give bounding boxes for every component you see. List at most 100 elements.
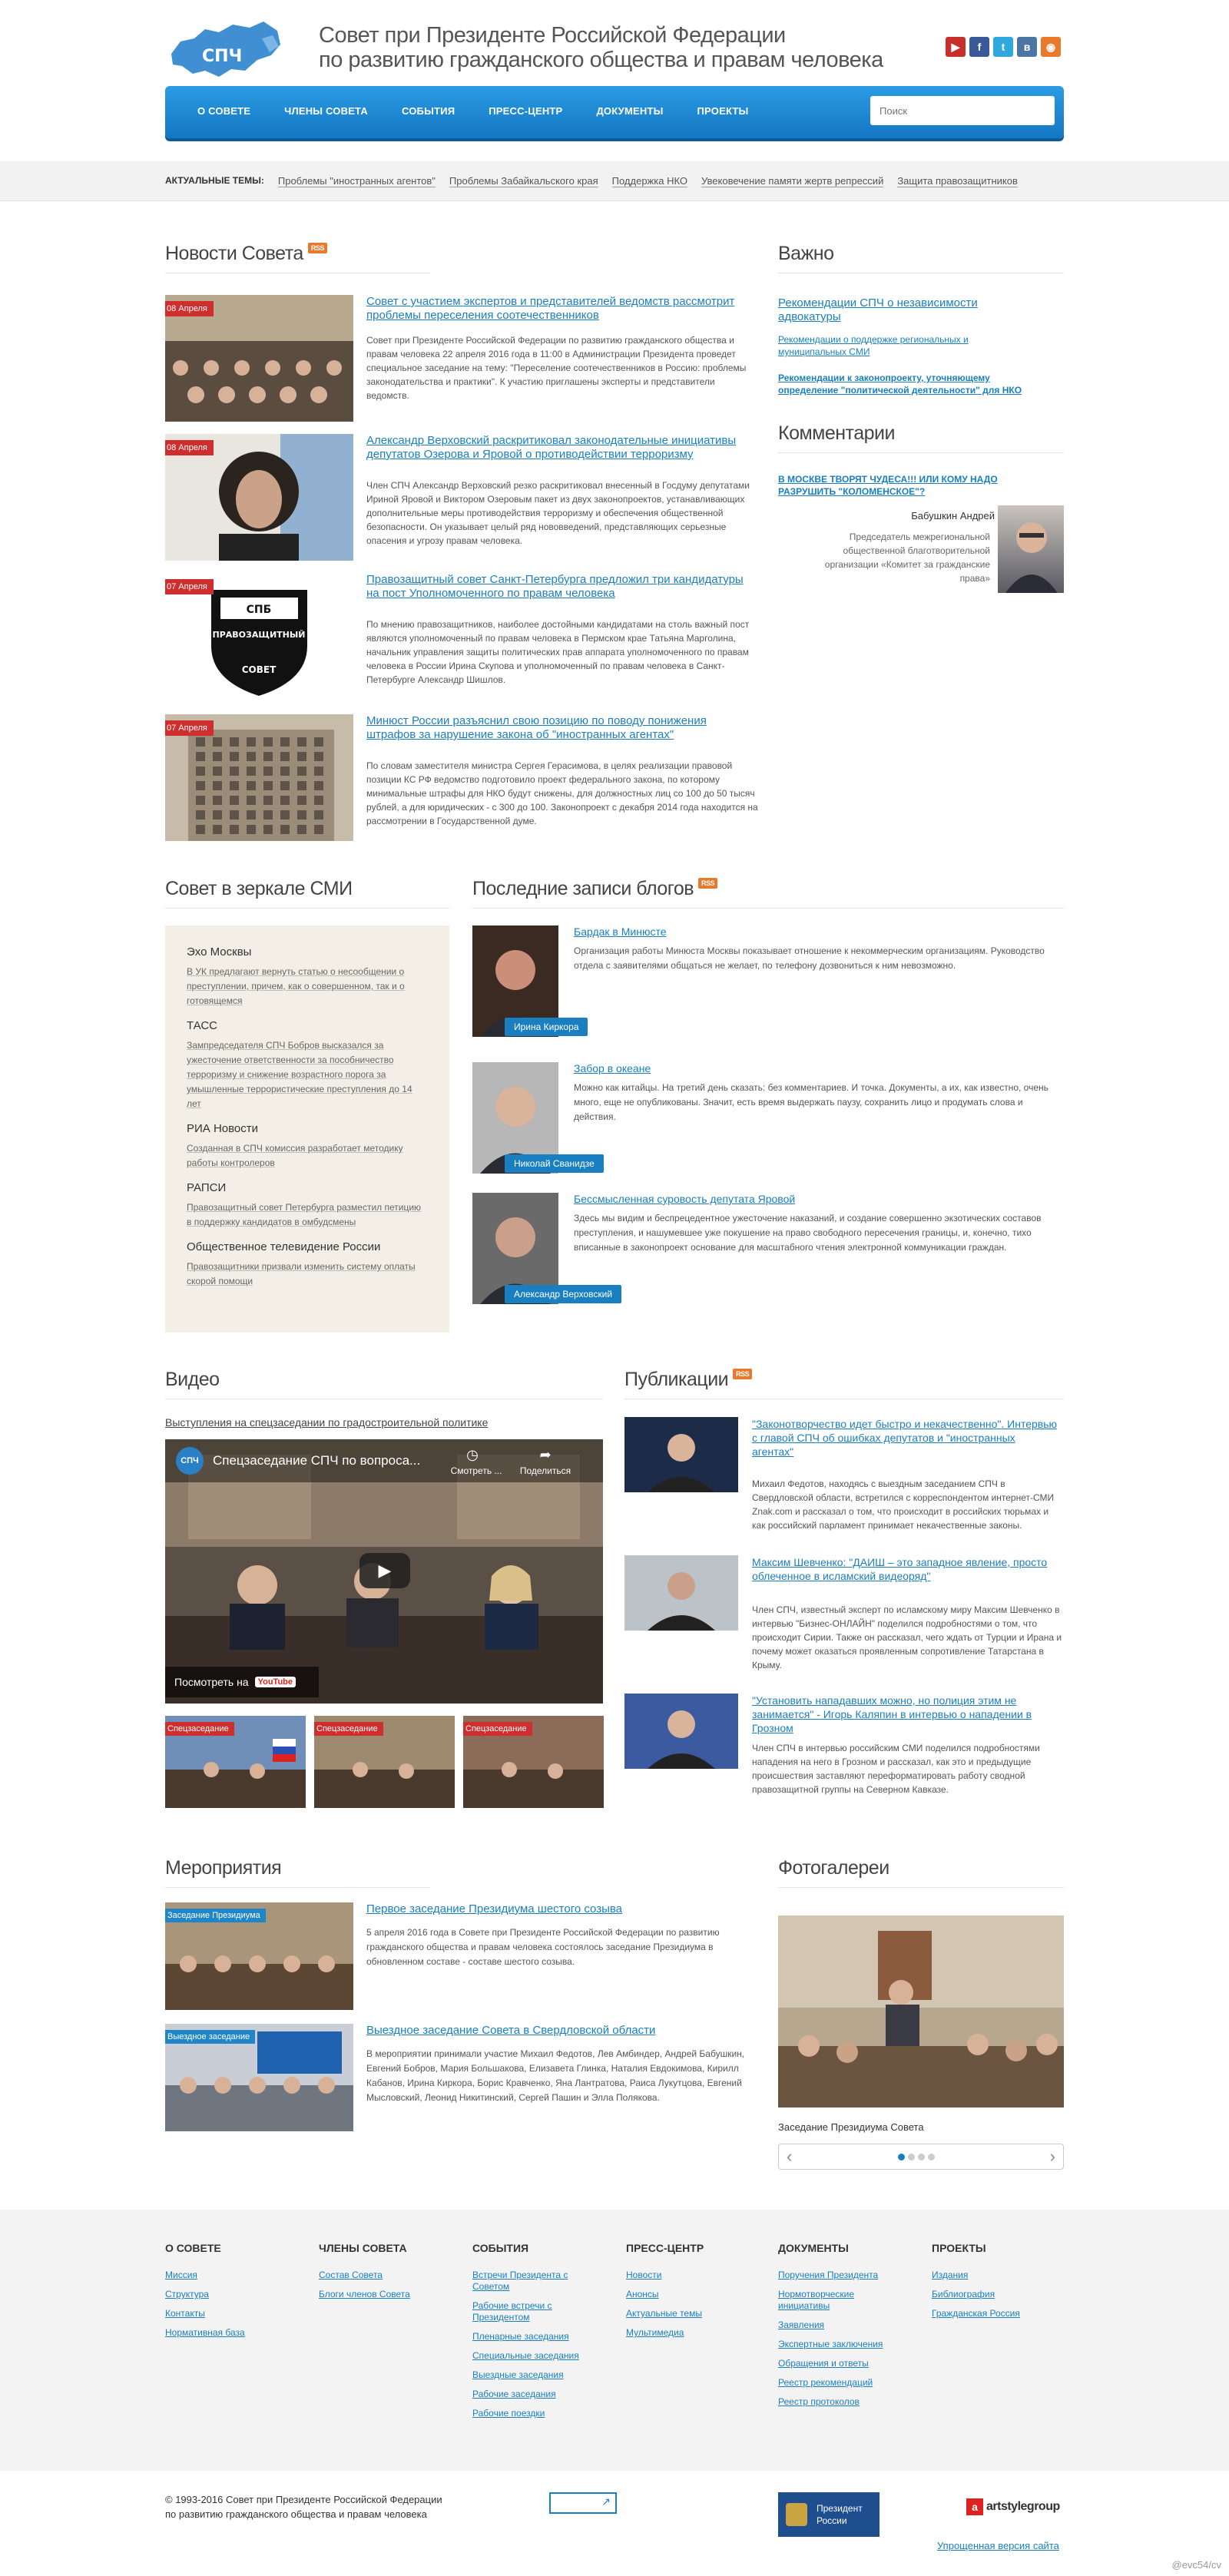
blog-title-link[interactable]: Бардак в Минюсте <box>574 925 667 938</box>
clock-icon[interactable]: ◷ <box>449 1447 495 1463</box>
video-thumbnail[interactable]: Спецзаседание <box>165 1716 306 1808</box>
footer-link[interactable]: Рабочие заседания <box>472 2389 588 2400</box>
news-thumbnail[interactable]: 08 Апреля <box>165 295 353 422</box>
video-caption-link[interactable]: Выступления на спецзаседании по градостр… <box>165 1416 603 1429</box>
footer-link[interactable]: Выездные заседания <box>472 2369 588 2381</box>
footer-link[interactable]: Мультимедиа <box>626 2327 749 2339</box>
gallery-dot-active[interactable] <box>898 2154 905 2160</box>
footer-link[interactable]: Поручения Президента <box>778 2270 901 2281</box>
rss-badge[interactable]: RSS <box>733 1369 753 1379</box>
youtube-icon[interactable]: ▶ <box>946 37 966 57</box>
footer-link[interactable]: Нормотворческие инициативы <box>778 2289 901 2312</box>
footer-link[interactable]: Состав Совета <box>319 2270 442 2281</box>
footer-link[interactable]: Обращения и ответы <box>778 2358 901 2369</box>
gallery-dot[interactable] <box>908 2154 915 2160</box>
footer-link[interactable]: Новости <box>626 2270 749 2281</box>
search-input[interactable] <box>870 96 1055 125</box>
footer-link[interactable]: Нормативная база <box>165 2327 288 2339</box>
footer-link[interactable]: Специальные заседания <box>472 2350 588 2362</box>
news-thumbnail[interactable]: 07 Апреля <box>165 714 353 841</box>
vk-icon[interactable]: в <box>1017 37 1037 57</box>
video-player[interactable]: СПЧ Спецзаседание СПЧ по вопроса... ◷ См… <box>165 1439 603 1704</box>
blog-title-link[interactable]: Забор в океане <box>574 1062 651 1074</box>
gallery-prev-icon[interactable]: ‹ <box>787 2147 792 2167</box>
nav-item-4[interactable]: Пресс-центр <box>472 105 579 117</box>
video-thumbnail[interactable]: Спецзаседание <box>463 1716 604 1808</box>
footer-link[interactable]: Миссия <box>165 2270 288 2281</box>
video-player-title[interactable]: Спецзаседание СПЧ по вопроса... <box>213 1453 420 1468</box>
publication-photo[interactable] <box>624 1694 738 1769</box>
news-title-link[interactable]: Совет с участием экспертов и представите… <box>366 295 750 323</box>
footer-link[interactable]: Анонсы <box>626 2289 749 2300</box>
facebook-icon[interactable]: f <box>969 37 989 57</box>
footer-link[interactable]: Библиография <box>932 2289 1055 2300</box>
news-thumbnail[interactable]: СПБ ПРАВОЗАЩИТНЫЙ СОВЕТ 07 Апреля <box>165 573 353 700</box>
artstyle-logo[interactable]: a artstylegroup <box>966 2498 1060 2515</box>
news-thumbnail[interactable]: 08 Апреля <box>165 434 353 561</box>
gallery-photo[interactable] <box>778 1915 1064 2107</box>
smi-article-link[interactable]: В УК предлагают вернуть статью о несообщ… <box>187 965 428 1008</box>
rss-icon[interactable]: ◉ <box>1041 37 1061 57</box>
footer-link[interactable]: Структура <box>165 2289 288 2300</box>
video-thumbnail[interactable]: Спецзаседание <box>314 1716 455 1808</box>
topic-link-3[interactable]: Поддержка НКО <box>611 175 687 187</box>
channel-avatar[interactable]: СПЧ <box>176 1447 204 1475</box>
publication-title-link[interactable]: "Законотворчество идет быстро и некачест… <box>752 1417 1059 1459</box>
topic-link-2[interactable]: Проблемы Забайкальского края <box>449 175 598 187</box>
smi-article-link[interactable]: Правозащитный совет Петербурга разместил… <box>187 1200 428 1230</box>
blog-author-badge[interactable]: Николай Сванидзе <box>505 1154 604 1173</box>
rss-badge[interactable]: RSS <box>698 878 718 889</box>
play-icon[interactable]: ▶ <box>359 1553 410 1588</box>
russia-map-logo[interactable]: СПЧ <box>165 15 284 84</box>
important-link-2[interactable]: Рекомендации о поддержке региональных и … <box>778 333 1009 358</box>
footer-link[interactable]: Пленарные заседания <box>472 2331 588 2343</box>
smi-article-link[interactable]: Созданная в СПЧ комиссия разработает мет… <box>187 1141 428 1170</box>
smi-article-link[interactable]: Зампредседателя СПЧ Бобров высказался за… <box>187 1038 428 1111</box>
footer-link[interactable]: Экспертные заключения <box>778 2339 901 2350</box>
publication-title-link[interactable]: "Установить нападавших можно, но полиция… <box>752 1694 1059 1735</box>
nav-item-5[interactable]: Документы <box>579 105 680 117</box>
footer-link[interactable]: Реестр протоколов <box>778 2396 901 2408</box>
event-photo[interactable]: Заседание Президиума <box>165 1902 353 2010</box>
smi-article-link[interactable]: Правозащитники призвали изменить систему… <box>187 1260 428 1289</box>
counter-badge[interactable]: ↗ <box>549 2492 617 2514</box>
publication-photo[interactable] <box>624 1555 738 1631</box>
blog-author-badge[interactable]: Ирина Киркора <box>505 1018 588 1036</box>
nav-item-3[interactable]: События <box>385 105 472 117</box>
gallery-dot[interactable] <box>918 2154 925 2160</box>
blog-title-link[interactable]: Бессмысленная суровость депутата Яровой <box>574 1193 795 1205</box>
footer-link[interactable]: Встречи Президента с Советом <box>472 2270 588 2293</box>
important-link-3[interactable]: Рекомендации к законопроекту, уточняющем… <box>778 372 1032 396</box>
topic-link-5[interactable]: Защита правозащитников <box>897 175 1018 187</box>
gallery-next-icon[interactable]: › <box>1050 2147 1055 2167</box>
footer-link[interactable]: Рабочие поездки <box>472 2408 588 2419</box>
topic-link-4[interactable]: Увековечение памяти жертв репрессий <box>701 175 884 187</box>
president-russia-banner[interactable]: Президент России <box>778 2492 880 2537</box>
footer-link[interactable]: Гражданская Россия <box>932 2308 1055 2319</box>
footer-link[interactable]: Рабочие встречи с Президентом <box>472 2300 588 2323</box>
footer-link[interactable]: Контакты <box>165 2308 288 2319</box>
share-icon[interactable]: ➦ <box>518 1447 572 1463</box>
event-title-link[interactable]: Первое заседание Президиума шестого созы… <box>366 1902 622 1915</box>
news-title-link[interactable]: Правозащитный совет Санкт-Петербурга пре… <box>366 573 750 601</box>
nav-item-1[interactable]: О совете <box>181 105 267 117</box>
footer-link[interactable]: Реестр рекомендаций <box>778 2377 901 2389</box>
simple-version-link[interactable]: Упрощенная версия сайта <box>937 2540 1059 2551</box>
event-photo[interactable]: Выездное заседание <box>165 2024 353 2131</box>
rss-badge[interactable]: RSS <box>307 243 327 253</box>
blog-author-badge[interactable]: Александр Верховский <box>505 1285 622 1303</box>
news-title-link[interactable]: Минюст России разъяснил свою позицию по … <box>366 714 750 742</box>
footer-link[interactable]: Издания <box>932 2270 1055 2281</box>
footer-link[interactable]: Блоги членов Совета <box>319 2289 442 2300</box>
comment-author-photo[interactable] <box>998 505 1064 593</box>
publication-photo[interactable] <box>624 1417 738 1492</box>
topic-link-1[interactable]: Проблемы "иностранных агентов" <box>277 175 436 187</box>
news-title-link[interactable]: Александр Верховский раскритиковал закон… <box>366 434 750 462</box>
nav-item-2[interactable]: Члены совета <box>267 105 385 117</box>
event-title-link[interactable]: Выездное заседание Совета в Свердловской… <box>366 2024 655 2037</box>
twitter-icon[interactable]: t <box>993 37 1013 57</box>
important-link-1[interactable]: Рекомендации СПЧ о независимости адвокат… <box>778 296 1009 324</box>
nav-item-6[interactable]: Проекты <box>681 105 766 117</box>
watch-on-youtube[interactable]: Посмотреть на YouTube <box>165 1667 319 1697</box>
comment-link[interactable]: В МОСКВЕ ТВОРЯТ ЧУДЕСА!!! ИЛИ КОМУ НАДО … <box>778 473 1039 498</box>
